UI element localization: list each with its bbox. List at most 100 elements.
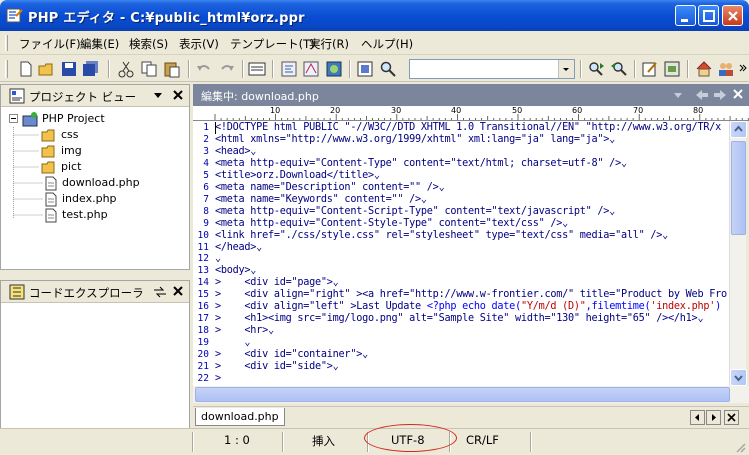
code-line[interactable]: > <div id="page">⌄ [215,277,339,288]
editor-menu-icon[interactable] [673,92,683,100]
close-window-button[interactable] [722,5,743,26]
tab-scroll-left-button[interactable] [690,410,705,425]
vertical-scrollbar[interactable] [729,121,747,386]
code-line[interactable]: <meta name="Description" content="" />⌄ [215,182,445,193]
code-line[interactable]: > <div align="right" ><a href="http://ww… [215,289,727,300]
toolbar-grip[interactable] [5,60,8,78]
code-line[interactable]: <html xmlns="http://www.w3.org/1999/xhtm… [215,134,615,145]
toolbar-separator [580,60,582,78]
code-line[interactable]: > <div align="left" >Last Update <?php e… [215,301,721,312]
open-folder-icon[interactable] [38,60,56,78]
edit-icon[interactable] [641,60,659,78]
users-icon[interactable] [717,60,735,78]
code-line[interactable]: > <hr>⌄ [215,325,274,336]
code-token: <body>⌄ [215,265,257,277]
menu-search[interactable]: 検索(S) [129,36,168,52]
minimize-icon [681,19,688,22]
panel-menu-icon[interactable] [153,92,163,100]
save-all-icon[interactable] [82,60,100,78]
code-line[interactable]: > <div id="container">⌄ [215,349,368,360]
code-line[interactable]: ⌄ [215,253,221,264]
status-newline[interactable]: CR/LF [466,433,499,447]
sync-icon[interactable] [153,286,167,298]
code-line[interactable]: <head>⌄ [215,146,256,157]
find-prev-icon[interactable] [610,60,628,78]
ruler-label: 40 [451,106,462,115]
code-line[interactable]: > <h1><img src="img/logo.png" alt="Sampl… [215,313,704,324]
menu-file[interactable]: ファイル(F) [19,36,81,52]
tree-item-file[interactable]: download.php [44,175,184,191]
scroll-down-button[interactable] [730,369,747,386]
find-next-icon[interactable] [588,60,606,78]
tree-item-file[interactable]: index.php [44,191,184,207]
tree-item-folder[interactable]: pict [41,159,181,175]
title-bar[interactable]: PHP エディタ - C:¥public_html¥orz.ppr [0,0,749,31]
copy-icon[interactable] [140,60,158,78]
undo-icon[interactable] [195,60,213,78]
collapse-icon[interactable] [9,114,18,123]
back-arrow-icon[interactable] [695,89,709,101]
menu-grip[interactable] [5,35,8,51]
code-editor[interactable]: 1 2 3 4 5 6 7 8 9 10 11 12 13 14 15 16 17 18 19 20 21 22 <!DOC… [193,121,729,386]
menu-template[interactable]: テンプレート(T) [230,36,315,52]
cut-icon[interactable] [117,60,135,78]
editor-close-icon[interactable] [733,89,743,99]
tree-label: img [61,144,82,157]
horizontal-scrollbar[interactable] [193,386,749,403]
menu-help[interactable]: ヘルプ(H) [361,36,413,52]
tab-scroll-right-button[interactable] [706,410,721,425]
menu-view[interactable]: 表示(V) [179,36,219,52]
search-combo[interactable] [409,59,575,79]
document-tab-bar: download.php [193,406,749,426]
project-view-icon [9,88,25,104]
code-line[interactable]: > [215,373,221,384]
status-insert-mode[interactable]: 挿入 [312,433,335,449]
find-icon[interactable] [379,60,397,78]
panel-splitter[interactable] [0,271,190,279]
maximize-button[interactable] [698,5,719,26]
tree-label: pict [61,160,82,173]
menu-edit[interactable]: 編集(E) [80,36,119,52]
menu-run[interactable]: 実行(R) [309,36,349,52]
panel-close-icon[interactable] [173,286,183,296]
code-line[interactable]: <meta http-equiv="Content-Type" content=… [215,158,627,169]
settings-icon[interactable] [663,60,681,78]
tree-item-folder[interactable]: img [41,143,181,159]
forward-arrow-icon[interactable] [713,89,727,101]
scroll-thumb[interactable] [731,141,746,235]
code-line[interactable]: <body>⌄ [215,265,256,276]
line-number-gutter[interactable]: 1 2 3 4 5 6 7 8 9 10 11 12 13 14 15 16 17 18 19 20 21 22 [193,121,211,386]
save-icon[interactable] [60,60,78,78]
code-line[interactable]: </head>⌄ [215,242,262,253]
h-scroll-thumb[interactable] [195,387,730,402]
panel-close-icon[interactable] [173,90,183,100]
code-line[interactable]: <link href="./css/style.css" rel="styles… [215,230,668,241]
code-line[interactable]: <!DOCTYPE html PUBLIC "-//W3C//DTD XHTML… [215,122,721,133]
minimize-button[interactable] [675,5,696,26]
code-line[interactable]: <meta http-equiv="Content-Script-Type" c… [215,206,615,217]
code-line[interactable]: <title>orz.Download</title>⌄ [215,170,380,181]
code-line[interactable]: <meta http-equiv="Content-Style-Type" co… [215,218,568,229]
home-icon[interactable] [695,60,713,78]
tab-download-php[interactable]: download.php [195,408,285,426]
resize-grip-icon[interactable] [734,441,746,453]
tree-label: css [61,128,79,141]
paste-icon[interactable] [163,60,181,78]
app-icon[interactable] [6,7,23,24]
tree-item-folder[interactable]: css [41,127,181,143]
tree-item-file[interactable]: test.php [44,207,184,223]
code-line[interactable]: ⌄ [215,337,250,348]
code-line[interactable]: > <div id="side">⌄ [215,361,339,372]
new-file-icon[interactable] [17,60,35,78]
redo-icon[interactable] [218,60,236,78]
format-icon[interactable] [302,60,320,78]
toolbar-overflow-icon[interactable] [739,62,747,76]
view-icon[interactable] [248,60,266,78]
code-line[interactable]: <meta name="Keywords" content="" />⌄ [215,194,427,205]
scroll-up-button[interactable] [730,121,747,138]
preview-icon[interactable] [356,60,374,78]
template-icon[interactable] [280,60,298,78]
browser-icon[interactable] [325,60,343,78]
search-combo-dropdown[interactable] [558,60,574,78]
tab-close-button[interactable] [724,410,739,425]
